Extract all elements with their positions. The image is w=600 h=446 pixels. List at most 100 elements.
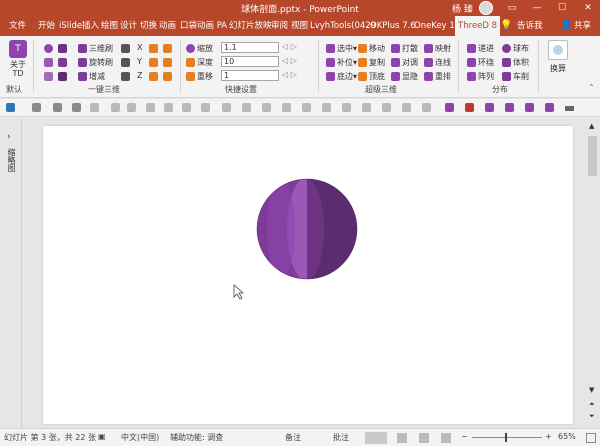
sphere-icon[interactable]	[44, 44, 53, 53]
cylinder-icon[interactable]	[44, 58, 53, 67]
thumbnail-pane[interactable]: › 缩略图	[0, 118, 22, 428]
align-left-icon[interactable]	[111, 103, 120, 112]
ungroup-icon[interactable]	[282, 103, 291, 112]
subtract-icon[interactable]	[362, 103, 371, 112]
tab-okplus[interactable]: OKPlus 7.6	[370, 16, 416, 36]
undo-icon[interactable]	[6, 103, 15, 112]
align-top-icon[interactable]	[164, 103, 173, 112]
tab-onekey[interactable]: OneKey 10	[414, 16, 460, 36]
rotate-y-icon[interactable]	[149, 58, 158, 67]
next-slide-icon[interactable]: ⏷	[589, 412, 595, 421]
ribbon-display-options-icon[interactable]: ▭	[503, 1, 521, 15]
fragment-icon[interactable]	[402, 103, 411, 112]
zoom-out-button[interactable]: −	[461, 432, 468, 441]
align-right-icon[interactable]	[146, 103, 155, 112]
language-indicator[interactable]: 中文(中国)	[121, 432, 159, 443]
align-middle-icon[interactable]	[182, 103, 191, 112]
transform-icon[interactable]	[525, 103, 534, 112]
tab-pocket-animation[interactable]: 口袋动画 PA	[180, 16, 227, 36]
tab-design[interactable]: 设计	[120, 16, 137, 36]
rotate-brush-button[interactable]: 旋转刷	[78, 57, 113, 68]
tab-file[interactable]: 文件	[9, 16, 26, 36]
rotate-x-reverse-icon[interactable]	[163, 44, 172, 53]
torus-icon[interactable]	[44, 72, 53, 81]
connect-button[interactable]: 连线	[424, 57, 451, 68]
grid-icon[interactable]	[121, 72, 130, 81]
tab-islide[interactable]: iSlide	[59, 16, 82, 36]
flip-icon[interactable]	[465, 103, 474, 112]
lathe-button[interactable]: 车削	[502, 71, 529, 82]
swap-button[interactable]: 对调	[391, 57, 418, 68]
expand-pane-icon[interactable]: ›	[7, 132, 11, 142]
scroll-thumb[interactable]	[588, 136, 597, 176]
redo-icon[interactable]	[32, 103, 41, 112]
scroll-up-icon[interactable]: ▲	[589, 122, 594, 130]
offset-stepper-icon[interactable]: ◁ ▷	[282, 70, 297, 79]
tab-home[interactable]: 开始	[38, 16, 55, 36]
copy-button[interactable]: 复制	[358, 57, 385, 68]
map-button[interactable]: 映射	[424, 43, 451, 54]
zoom-level[interactable]: 65%	[558, 432, 576, 441]
user-name[interactable]: 杨 臻	[452, 2, 473, 15]
pyramid-icon[interactable]	[58, 72, 67, 81]
sphere-cross-section[interactable]	[43, 126, 573, 424]
comments-button[interactable]: 批注	[333, 432, 349, 443]
align-center-icon[interactable]	[127, 103, 136, 112]
slideshow-icon[interactable]	[441, 433, 451, 443]
bring-forward-icon[interactable]	[302, 103, 311, 112]
tab-draw[interactable]: 绘图	[101, 16, 118, 36]
format-painter-icon[interactable]	[90, 103, 99, 112]
scale-stepper-icon[interactable]: ◁ ▷	[282, 42, 297, 51]
zoom-slider-thumb[interactable]	[505, 433, 507, 442]
layer-icon[interactable]	[505, 103, 514, 112]
accessibility-status[interactable]: 辅助功能: 调查	[170, 432, 223, 443]
progressive-button[interactable]: 递进	[467, 43, 494, 54]
align-bottom-icon[interactable]	[201, 103, 210, 112]
tab-lvyhtools[interactable]: LvyhTools(0429	[310, 16, 376, 36]
tell-me-search[interactable]: 告诉我	[517, 16, 543, 36]
spellcheck-icon[interactable]: ▣	[98, 432, 106, 441]
increase-decrease-button[interactable]: 增减	[78, 71, 105, 82]
rotate-z-icon[interactable]	[149, 72, 158, 81]
slide-sorter-icon[interactable]	[397, 433, 407, 443]
3d-brush-button[interactable]: 三维刷	[78, 43, 113, 54]
scroll-down-icon[interactable]: ▼	[589, 386, 594, 394]
notes-button[interactable]: 备注	[285, 432, 301, 443]
maximize-button[interactable]: ☐	[553, 1, 571, 15]
array-button[interactable]: 阵列	[467, 71, 494, 82]
avatar[interactable]	[479, 1, 493, 15]
3d-rotate-icon[interactable]	[445, 103, 454, 112]
swap-calc-button[interactable]: 换算	[545, 40, 571, 74]
close-button[interactable]: ✕	[579, 1, 597, 15]
share-button[interactable]: 共享	[574, 16, 591, 36]
union-icon[interactable]	[342, 103, 351, 112]
vertical-scrollbar[interactable]: ▲ ▼ ⏶ ⏷	[585, 118, 600, 428]
scatter-button[interactable]: 打散	[391, 43, 418, 54]
tab-view[interactable]: 视图	[291, 16, 308, 36]
align-icon[interactable]	[121, 58, 130, 67]
move-button[interactable]: 移动	[358, 43, 385, 54]
bottom-edge-button[interactable]: 底边 ▾	[326, 71, 357, 82]
fit-to-window-icon[interactable]	[586, 433, 596, 443]
distribute-v-icon[interactable]	[242, 103, 251, 112]
top-bottom-button[interactable]: 顶底	[358, 71, 385, 82]
previous-slide-icon[interactable]: ⏶	[589, 400, 595, 409]
zoom-slider[interactable]	[472, 437, 542, 438]
surround-button[interactable]: 环绕	[467, 57, 494, 68]
zoom-in-button[interactable]: +	[545, 432, 552, 441]
lightbulb-icon[interactable]: 💡	[500, 16, 512, 36]
distribute-h-icon[interactable]	[222, 103, 231, 112]
sphere-distribute-button[interactable]: 球布	[502, 43, 529, 54]
person-icon[interactable]: 👤	[560, 16, 572, 36]
tab-slideshow[interactable]: 幻灯片放映	[229, 16, 272, 36]
group-icon[interactable]	[262, 103, 271, 112]
customize-toolbar-icon[interactable]	[565, 106, 574, 111]
about-td-button[interactable]: T 关于 TD	[6, 40, 30, 80]
slide-canvas[interactable]	[43, 126, 573, 424]
rotate-y-reverse-icon[interactable]	[163, 58, 172, 67]
normal-view-icon[interactable]	[365, 432, 387, 444]
depth-input[interactable]: 10	[221, 56, 279, 67]
volume-button[interactable]: 体积	[502, 57, 529, 68]
fill-button[interactable]: 补位 ▾	[326, 57, 357, 68]
select-button[interactable]: 选中 ▾	[326, 43, 357, 54]
